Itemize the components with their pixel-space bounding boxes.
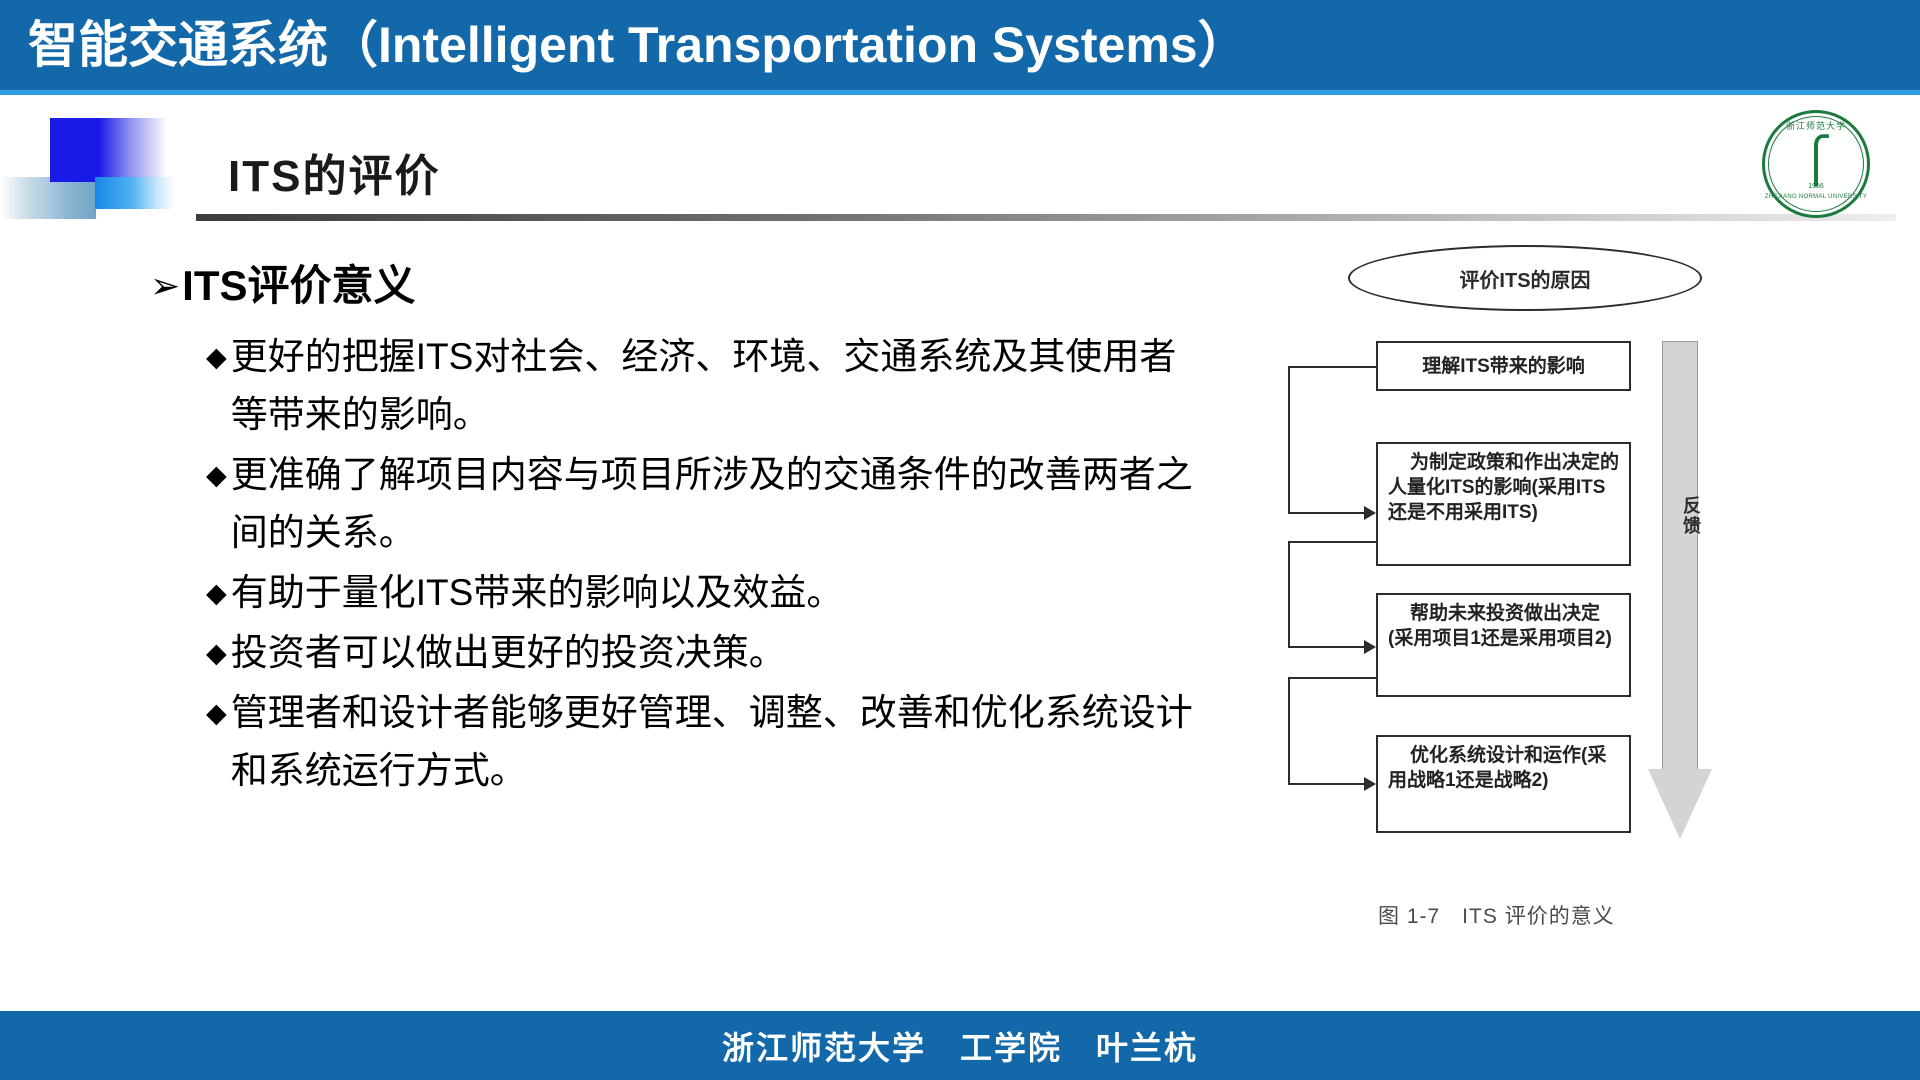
figure-connector xyxy=(1288,541,1376,543)
arrow-bullet-icon: ➢ xyxy=(150,265,181,306)
figure-box-2: 为制定政策和作出决定的人量化ITS的影响(采用ITS还是不用采用ITS) xyxy=(1376,442,1631,566)
list-item: ◆ 投资者可以做出更好的投资决策。 xyxy=(150,624,1210,682)
logo-name-cn: 浙江师范大学 xyxy=(1785,121,1846,131)
content-body: ➢ ITS评价意义 ◆ 更好的把握ITS对社会、经济、环境、交通系统及其使用者等… xyxy=(150,258,1210,802)
figure-arrowhead-icon xyxy=(1364,777,1376,791)
figure-its-evaluation: 评价ITS的原因 理解ITS带来的影响 为制定政策和作出决定的人量化ITS的影响… xyxy=(1228,245,1728,1005)
feedback-arrow-shaft xyxy=(1662,341,1698,771)
diamond-bullet-icon: ◆ xyxy=(206,638,227,668)
university-logo: 浙江师范大学 ⎧ 1956 ZHEJIANG NORMAL UNIVERSITY xyxy=(1762,110,1870,218)
header-title: 智能交通系统（Intelligent Transportation System… xyxy=(28,10,1248,80)
logo-emblem-icon: ⎧ xyxy=(1799,135,1833,186)
figure-connector xyxy=(1288,512,1374,514)
figure-connector xyxy=(1288,541,1290,648)
list-item: ◆ 管理者和设计者能够更好管理、调整、改善和优化系统设计和系统运行方式。 xyxy=(150,684,1210,800)
header-underline xyxy=(0,90,1920,95)
figure-arrowhead-icon xyxy=(1364,506,1376,520)
diamond-bullet-icon: ◆ xyxy=(206,698,227,728)
header-title-en: （Intelligent Transportation Systems） xyxy=(328,17,1248,73)
figure-connector xyxy=(1288,366,1376,368)
figure-ellipse-node: 评价ITS的原因 xyxy=(1348,245,1702,311)
list-item-label: 有助于量化ITS带来的影响以及效益。 xyxy=(230,572,844,613)
figure-caption: 图 1-7 ITS 评价的意义 xyxy=(1378,905,1615,928)
level1-heading-label: ITS评价意义 xyxy=(182,262,416,309)
figure-box-1: 理解ITS带来的影响 xyxy=(1376,341,1631,391)
list-item-label: 更准确了解项目内容与项目所涉及的交通条件的改善两者之间的关系。 xyxy=(230,454,1193,553)
logo-year: 1956 xyxy=(1808,183,1824,190)
logo-name-en: ZHEJIANG NORMAL UNIVERSITY xyxy=(1764,194,1868,200)
title-divider xyxy=(196,214,1896,221)
figure-connector xyxy=(1288,783,1374,785)
figure-connector xyxy=(1288,366,1290,514)
feedback-arrow-head xyxy=(1648,769,1712,839)
list-item: ◆ 有助于量化ITS带来的影响以及效益。 xyxy=(150,564,1210,622)
figure-connector xyxy=(1288,677,1376,679)
figure-box-3: 帮助未来投资做出决定(采用项目1还是采用项目2) xyxy=(1376,593,1631,697)
header-title-cn: 智能交通系统 xyxy=(28,17,328,73)
page-title: ITS的评价 xyxy=(228,152,441,201)
footer-text: 浙江师范大学 工学院 叶兰杭 xyxy=(721,1029,1198,1066)
level1-heading: ➢ ITS评价意义 xyxy=(150,258,1210,314)
decorative-block-top xyxy=(50,118,167,182)
feedback-arrow-icon: 反馈 xyxy=(1648,341,1714,841)
list-item-label: 管理者和设计者能够更好管理、调整、改善和优化系统设计和系统运行方式。 xyxy=(230,692,1193,791)
list-item-label: 更好的把握ITS对社会、经济、环境、交通系统及其使用者等带来的影响。 xyxy=(230,336,1177,435)
diamond-bullet-icon: ◆ xyxy=(206,342,227,372)
diamond-bullet-icon: ◆ xyxy=(206,460,227,490)
diamond-bullet-icon: ◆ xyxy=(206,578,227,608)
list-item-label: 投资者可以做出更好的投资决策。 xyxy=(230,632,786,673)
slide-root: 智能交通系统（Intelligent Transportation System… xyxy=(0,0,1920,1080)
figure-connector xyxy=(1288,646,1374,648)
bullet-list: ◆ 更好的把握ITS对社会、经济、环境、交通系统及其使用者等带来的影响。 ◆ 更… xyxy=(150,328,1210,800)
feedback-arrow-label: 反馈 xyxy=(1681,496,1701,536)
decorative-block-mid xyxy=(95,177,175,209)
figure-connector xyxy=(1288,677,1290,785)
figure-arrowhead-icon xyxy=(1364,640,1376,654)
figure-box-4: 优化系统设计和运作(采用战略1还是战略2) xyxy=(1376,735,1631,833)
decorative-block-left xyxy=(0,177,96,219)
list-item: ◆ 更好的把握ITS对社会、经济、环境、交通系统及其使用者等带来的影响。 xyxy=(150,328,1210,444)
list-item: ◆ 更准确了解项目内容与项目所涉及的交通条件的改善两者之间的关系。 xyxy=(150,446,1210,562)
